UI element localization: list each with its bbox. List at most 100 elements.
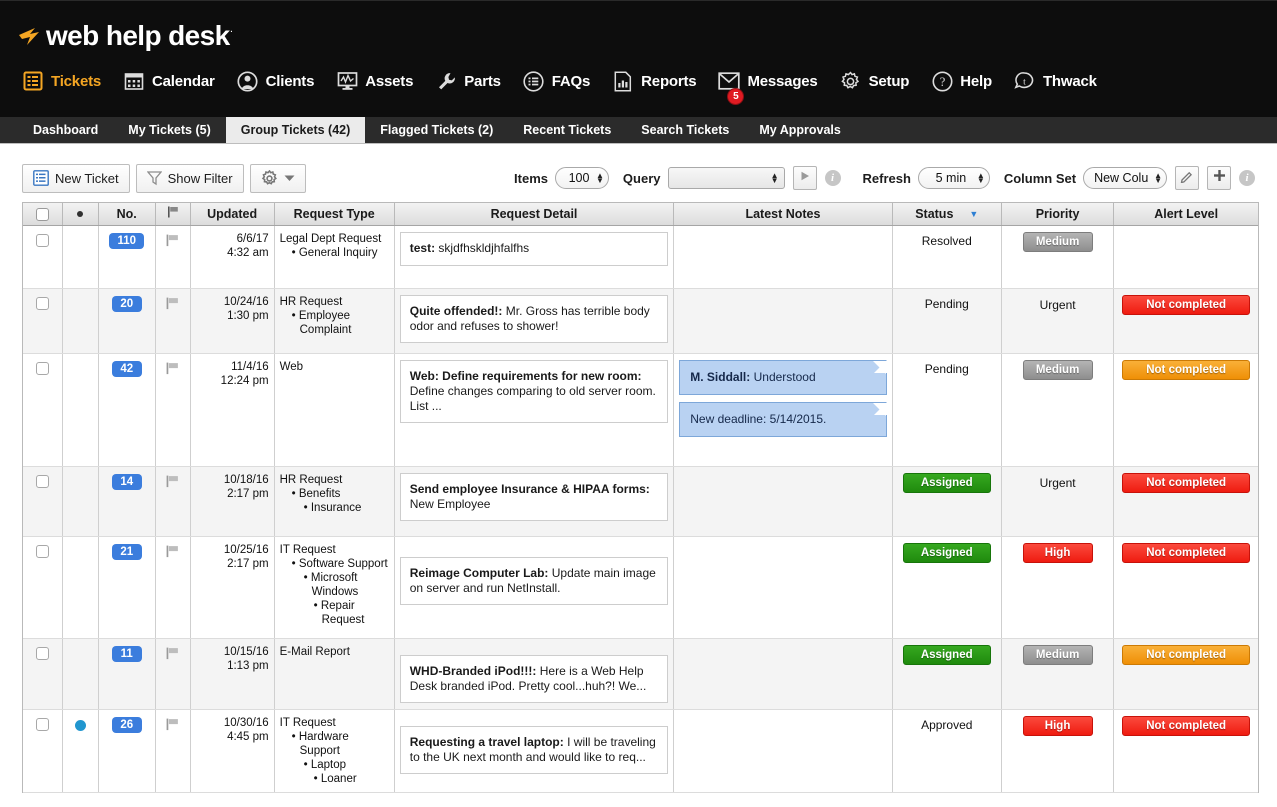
table-row[interactable]: 14 10/18/162:17 pm HR Request • Benefits… [23,466,1258,536]
tab-my-approvals[interactable]: My Approvals [744,116,856,143]
column-header-request-detail[interactable]: Request Detail [394,203,674,225]
refresh-stepper[interactable]: 5 min ▲▼ [918,167,990,189]
row-request-detail-cell[interactable]: Reimage Computer Lab: Update main image … [394,536,674,638]
checkbox-icon[interactable] [36,208,49,221]
row-select-cell[interactable] [23,225,62,288]
request-detail-box[interactable]: Requesting a travel laptop: I will be tr… [400,726,669,774]
note-item[interactable]: M. Siddall: Understood [679,360,886,395]
nav-item-messages[interactable]: 5 Messages [718,70,817,92]
row-request-detail-cell[interactable]: Send employee Insurance & HIPAA forms: N… [394,466,674,536]
row-number-cell[interactable]: 20 [98,288,155,353]
request-detail-box[interactable]: Web: Define requirements for new room: D… [400,360,669,423]
request-detail-box[interactable]: Quite offended!: Mr. Gross has terrible … [400,295,669,343]
row-select-cell[interactable] [23,288,62,353]
new-ticket-button[interactable]: New Ticket [22,164,130,193]
ticket-number-badge[interactable]: 110 [109,233,144,249]
flag-icon[interactable] [166,718,180,734]
row-number-cell[interactable]: 21 [98,536,155,638]
add-column-set-button[interactable] [1207,166,1231,190]
nav-item-parts[interactable]: Parts [435,70,501,92]
nav-item-thwack[interactable]: t Thwack [1014,70,1097,92]
row-request-detail-cell[interactable]: Requesting a travel laptop: I will be tr… [394,709,674,792]
table-row[interactable]: 20 10/24/161:30 pm HR Request • Employee… [23,288,1258,353]
column-header-unread[interactable] [62,203,98,225]
query-select[interactable]: ▲▼ [668,167,785,189]
column-header-latest-notes[interactable]: Latest Notes [674,203,892,225]
ticket-number-badge[interactable]: 14 [112,474,142,490]
row-flag-cell[interactable] [155,353,190,466]
query-info-icon[interactable]: i [825,170,841,186]
row-request-detail-cell[interactable]: Quite offended!: Mr. Gross has terrible … [394,288,674,353]
nav-item-clients[interactable]: Clients [237,70,315,92]
tab-search-tickets[interactable]: Search Tickets [626,116,744,143]
nav-item-faqs[interactable]: FAQs [523,70,590,92]
table-row[interactable]: 110 6/6/174:32 am Legal Dept Request • G… [23,225,1258,288]
column-header-flag[interactable] [155,203,190,225]
request-detail-box[interactable]: test: skjdfhskldjhfalfhs [400,232,669,266]
request-detail-box[interactable]: Send employee Insurance & HIPAA forms: N… [400,473,669,521]
column-header-select-all[interactable] [23,203,62,225]
row-flag-cell[interactable] [155,225,190,288]
tab-dashboard[interactable]: Dashboard [18,116,113,143]
ticket-number-badge[interactable]: 26 [112,717,142,733]
row-select-cell[interactable] [23,353,62,466]
row-checkbox[interactable] [36,475,49,488]
row-select-cell[interactable] [23,638,62,709]
column-header-priority[interactable]: Priority [1001,203,1113,225]
column-header-request-type[interactable]: Request Type [274,203,394,225]
row-number-cell[interactable]: 14 [98,466,155,536]
flag-icon[interactable] [166,647,180,663]
row-checkbox[interactable] [36,647,49,660]
row-number-cell[interactable]: 110 [98,225,155,288]
settings-menu-button[interactable] [250,164,306,193]
logo[interactable]: web help desk· [0,1,1277,57]
column-set-info-icon[interactable]: i [1239,170,1255,186]
row-checkbox[interactable] [36,545,49,558]
flag-icon[interactable] [166,234,180,250]
flag-icon[interactable] [166,297,180,313]
ticket-number-badge[interactable]: 42 [112,361,142,377]
row-select-cell[interactable] [23,466,62,536]
row-select-cell[interactable] [23,536,62,638]
tab-group-tickets[interactable]: Group Tickets (42) [226,116,366,143]
row-request-detail-cell[interactable]: test: skjdfhskldjhfalfhs [394,225,674,288]
nav-item-tickets[interactable]: Tickets [22,70,101,92]
run-query-button[interactable] [793,166,817,190]
show-filter-button[interactable]: Show Filter [136,164,244,193]
column-header-updated[interactable]: Updated [190,203,274,225]
column-header-status[interactable]: Status▼ [892,203,1001,225]
row-number-cell[interactable]: 26 [98,709,155,792]
row-checkbox[interactable] [36,234,49,247]
flag-icon[interactable] [166,362,180,378]
items-stepper[interactable]: 100 ▲▼ [555,167,609,189]
row-request-detail-cell[interactable]: Web: Define requirements for new room: D… [394,353,674,466]
nav-item-help[interactable]: ? Help [931,70,992,92]
row-checkbox[interactable] [36,362,49,375]
row-flag-cell[interactable] [155,288,190,353]
nav-item-setup[interactable]: Setup [840,70,910,92]
request-detail-box[interactable]: WHD-Branded iPod!!!: Here is a Web Help … [400,655,669,703]
nav-item-calendar[interactable]: Calendar [123,70,215,92]
row-flag-cell[interactable] [155,466,190,536]
row-number-cell[interactable]: 42 [98,353,155,466]
column-header-alert-level[interactable]: Alert Level [1114,203,1258,225]
ticket-number-badge[interactable]: 11 [112,646,142,662]
row-flag-cell[interactable] [155,536,190,638]
tab-my-tickets[interactable]: My Tickets (5) [113,116,225,143]
ticket-number-badge[interactable]: 21 [112,544,142,560]
ticket-number-badge[interactable]: 20 [112,296,142,312]
row-checkbox[interactable] [36,297,49,310]
row-request-detail-cell[interactable]: WHD-Branded iPod!!!: Here is a Web Help … [394,638,674,709]
column-set-stepper[interactable]: New Colu ▲▼ [1083,167,1167,189]
column-header-no[interactable]: No. [98,203,155,225]
row-number-cell[interactable]: 11 [98,638,155,709]
flag-icon[interactable] [166,475,180,491]
tab-recent-tickets[interactable]: Recent Tickets [508,116,626,143]
row-select-cell[interactable] [23,709,62,792]
row-checkbox[interactable] [36,718,49,731]
edit-column-set-button[interactable] [1175,166,1199,190]
request-detail-box[interactable]: Reimage Computer Lab: Update main image … [400,557,669,605]
note-item[interactable]: New deadline: 5/14/2015. [679,402,886,437]
table-row[interactable]: 11 10/15/161:13 pm E-Mail Report WHD-Bra… [23,638,1258,709]
tab-flagged-tickets[interactable]: Flagged Tickets (2) [365,116,508,143]
